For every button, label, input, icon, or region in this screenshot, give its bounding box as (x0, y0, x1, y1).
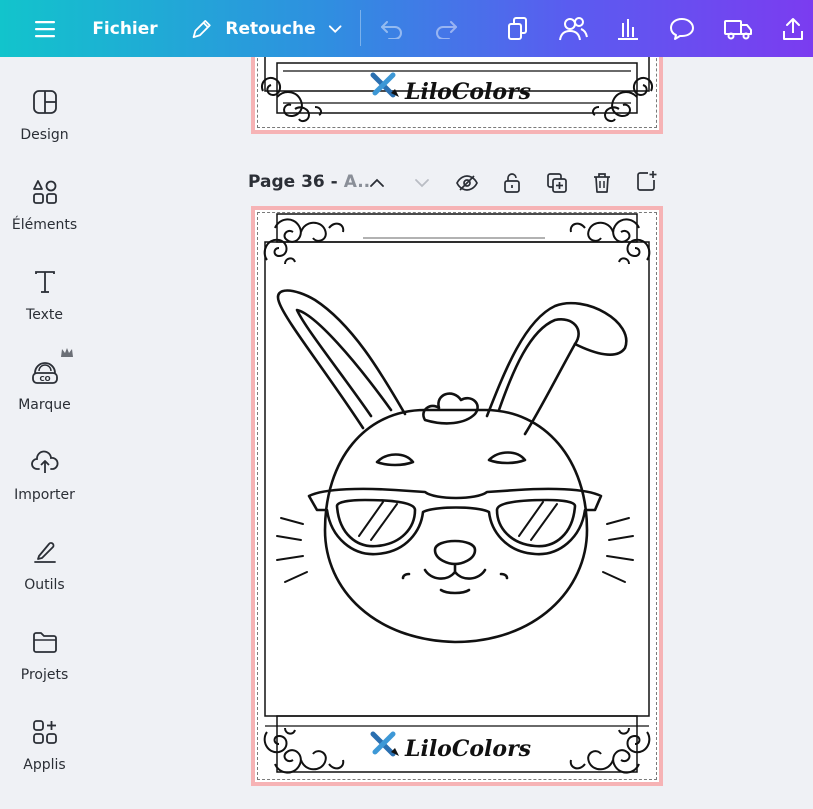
comment-icon (670, 17, 694, 40)
undo-button[interactable] (378, 0, 406, 57)
tools-icon (30, 537, 60, 567)
corner-swirl (261, 77, 323, 123)
menu-button[interactable] (30, 0, 60, 57)
crown-icon (60, 348, 73, 357)
layout-icon (30, 87, 60, 117)
sidebar-item-elements[interactable]: Éléments (0, 177, 89, 257)
chevron-down-icon (328, 24, 342, 33)
sidebar-item-label: Éléments (11, 217, 78, 233)
current-page[interactable]: LiloColors (251, 206, 663, 786)
page-frame-border: LiloColors (261, 57, 653, 123)
elements-icon (30, 177, 60, 207)
coloring-page-artwork: LiloColors (263, 213, 651, 774)
share-people-icon (559, 16, 588, 40)
redo-icon (436, 20, 457, 39)
sidebar-item-label: Outils (24, 577, 65, 593)
duplicate-button[interactable] (504, 0, 532, 57)
truck-icon (724, 19, 752, 39)
eye-icon (456, 175, 478, 191)
pencil-icon (192, 19, 211, 38)
unlock-icon (504, 173, 520, 193)
lock-page-button[interactable] (500, 171, 524, 195)
text-icon (30, 267, 60, 297)
sidebar-item-design[interactable]: Design (0, 87, 89, 167)
copy-icon (508, 16, 527, 40)
sidebar-item-label: Texte (26, 307, 63, 323)
redo-button[interactable] (432, 0, 460, 57)
chart-icon (618, 18, 638, 40)
chevron-up-icon (370, 178, 384, 187)
add-page-icon (637, 171, 657, 191)
insights-button[interactable] (614, 0, 642, 57)
page-header: Page 36 - A.. (248, 168, 370, 196)
previous-page[interactable]: LiloColors (251, 57, 663, 134)
share-people-button[interactable] (556, 0, 590, 57)
menu-icon (35, 20, 55, 37)
logo-pencil-icon (370, 72, 399, 98)
logo-pencil-icon (370, 731, 399, 757)
apps-icon (30, 717, 60, 747)
folder-icon (30, 627, 60, 657)
sidebar-item-label: Marque (18, 397, 71, 413)
editor-canvas-area: LiloColors Page 36 - A.. LiloColors (89, 57, 813, 809)
print-delivery-button[interactable] (722, 0, 754, 57)
edit-menu-label: Retouche (225, 18, 316, 39)
add-page-button[interactable] (635, 169, 659, 193)
brand-icon: CO (30, 348, 73, 387)
bunny-illustration (276, 289, 634, 644)
undo-icon (381, 20, 402, 39)
svg-text:CO: CO (39, 375, 50, 383)
duplicate-page-icon (547, 173, 567, 193)
share-button[interactable] (779, 0, 807, 57)
sidebar-item-tools[interactable]: Outils (0, 537, 89, 617)
edit-menu-button[interactable]: Retouche (190, 0, 342, 57)
comment-button[interactable] (668, 0, 696, 57)
sidebar-item-upload[interactable]: Importer (0, 447, 89, 527)
top-toolbar: Fichier Retouche (0, 0, 813, 57)
move-page-up-button[interactable] (365, 171, 389, 195)
logo-text: LiloColors (404, 79, 531, 105)
sidebar-item-brand[interactable]: CO Marque (0, 348, 89, 437)
cloud-upload-icon (30, 447, 60, 477)
hide-page-button[interactable] (455, 171, 479, 195)
toolbar-divider (360, 10, 361, 46)
move-page-down-button[interactable] (410, 171, 434, 195)
duplicate-page-button[interactable] (545, 171, 569, 195)
sidebar-item-text[interactable]: Texte (0, 267, 89, 347)
sidebar-item-label: Applis (23, 757, 66, 773)
upload-icon (783, 17, 803, 40)
sidebar-item-label: Importer (14, 487, 75, 503)
file-menu-button[interactable]: Fichier (92, 0, 158, 57)
logo-text: LiloColors (404, 736, 531, 762)
left-sidebar: Design Éléments Texte CO Marque Importer… (0, 57, 89, 809)
file-menu-label: Fichier (92, 18, 158, 39)
sidebar-item-apps[interactable]: Applis (0, 717, 89, 797)
sidebar-item-label: Projets (20, 667, 69, 683)
page-title: Page 36 - (248, 172, 338, 192)
delete-page-button[interactable] (590, 171, 614, 195)
sidebar-item-label: Design (20, 127, 69, 143)
trash-icon (594, 173, 610, 193)
sidebar-item-projects[interactable]: Projets (0, 627, 89, 707)
chevron-down-icon (415, 179, 429, 188)
